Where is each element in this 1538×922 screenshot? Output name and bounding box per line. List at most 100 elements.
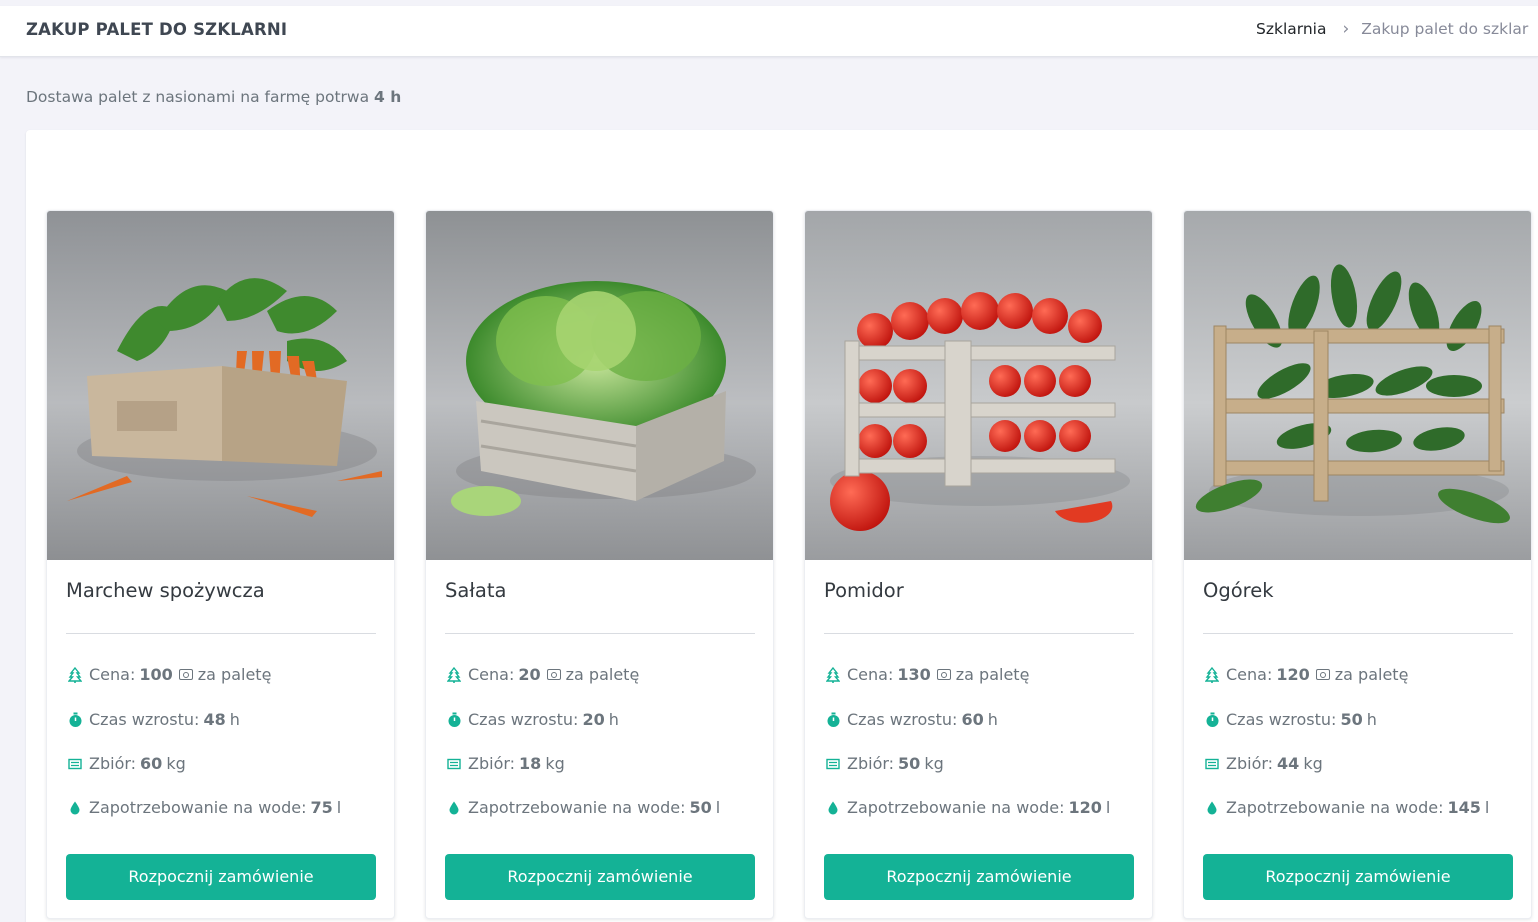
yield-label: Zbiór: <box>847 754 895 773</box>
price-row: Cena: 130 za paletę <box>824 665 1029 684</box>
breadcrumb-separator-icon: › <box>1342 19 1350 39</box>
water-label: Zapotrzebowanie na wode: <box>468 798 686 817</box>
breadcrumb: Szklarnia › Zakup palet do szklar <box>1256 19 1528 39</box>
yield-value: 18 <box>519 754 542 773</box>
price-value: 100 <box>139 665 173 684</box>
page-header: ZAKUP PALET DO SZKLARNI Szklarnia › Zaku… <box>0 6 1538 57</box>
crate-icon <box>66 755 84 773</box>
growth-unit: h <box>608 710 619 729</box>
growth-row: Czas wzrostu: 20 h <box>445 710 619 729</box>
banknote-icon <box>1315 669 1330 680</box>
yield-row: Zbiór: 60 kg <box>66 754 186 773</box>
growth-unit: h <box>987 710 998 729</box>
growth-label: Czas wzrostu: <box>89 710 200 729</box>
yield-unit: kg <box>545 754 565 773</box>
tree-icon <box>445 666 463 684</box>
price-value: 130 <box>897 665 931 684</box>
divider <box>1203 633 1513 634</box>
yield-label: Zbiór: <box>89 754 137 773</box>
lettuce-crate-image <box>426 211 773 560</box>
growth-value: 60 <box>961 710 984 729</box>
breadcrumb-link-szklarnia[interactable]: Szklarnia <box>1256 20 1326 38</box>
water-unit: l <box>336 798 342 817</box>
water-row: Zapotrzebowanie na wode: 145 l <box>1203 798 1489 817</box>
price-suffix: za paletę <box>197 665 272 684</box>
start-order-button[interactable]: Rozpocznij zamówienie <box>824 854 1134 900</box>
yield-row: Zbiór: 44 kg <box>1203 754 1323 773</box>
water-value: 120 <box>1068 798 1102 817</box>
tomato-crate-image <box>805 211 1152 560</box>
yield-value: 60 <box>140 754 163 773</box>
price-row: Cena: 100 za paletę <box>66 665 271 684</box>
stopwatch-icon <box>824 711 842 729</box>
price-suffix: za paletę <box>955 665 1030 684</box>
banknote-icon <box>936 669 951 680</box>
price-suffix: za paletę <box>565 665 640 684</box>
product-name: Marchew spożywcza <box>66 579 265 602</box>
tree-icon <box>1203 666 1221 684</box>
price-label: Cena: <box>847 665 894 684</box>
carrot-crate-image <box>47 211 394 560</box>
yield-value: 44 <box>1277 754 1300 773</box>
growth-value: 20 <box>582 710 605 729</box>
yield-label: Zbiór: <box>1226 754 1274 773</box>
price-value: 20 <box>518 665 541 684</box>
product-name: Pomidor <box>824 579 904 602</box>
growth-label: Czas wzrostu: <box>468 710 579 729</box>
water-drop-icon <box>1203 799 1221 817</box>
water-label: Zapotrzebowanie na wode: <box>89 798 307 817</box>
growth-row: Czas wzrostu: 60 h <box>824 710 998 729</box>
crate-icon <box>445 755 463 773</box>
water-drop-icon <box>445 799 463 817</box>
price-suffix: za paletę <box>1334 665 1409 684</box>
growth-unit: h <box>1366 710 1377 729</box>
product-name: Ogórek <box>1203 579 1274 602</box>
product-card: Marchew spożywcza Cena: 100 za paletę Cz… <box>46 210 395 919</box>
price-label: Cena: <box>468 665 515 684</box>
water-label: Zapotrzebowanie na wode: <box>1226 798 1444 817</box>
water-row: Zapotrzebowanie na wode: 75 l <box>66 798 341 817</box>
water-drop-icon <box>66 799 84 817</box>
divider <box>824 633 1134 634</box>
yield-row: Zbiór: 18 kg <box>445 754 565 773</box>
growth-value: 48 <box>203 710 226 729</box>
water-label: Zapotrzebowanie na wode: <box>847 798 1065 817</box>
growth-row: Czas wzrostu: 50 h <box>1203 710 1377 729</box>
crate-icon <box>824 755 842 773</box>
price-value: 120 <box>1276 665 1310 684</box>
water-unit: l <box>715 798 721 817</box>
water-unit: l <box>1484 798 1490 817</box>
banknote-icon <box>178 669 193 680</box>
yield-value: 50 <box>898 754 921 773</box>
yield-unit: kg <box>924 754 944 773</box>
growth-label: Czas wzrostu: <box>1226 710 1337 729</box>
page-title: ZAKUP PALET DO SZKLARNI <box>26 20 288 39</box>
divider <box>445 633 755 634</box>
water-value: 75 <box>310 798 333 817</box>
delivery-info: Dostawa palet z nasionami na farmę potrw… <box>26 88 401 106</box>
product-card: Pomidor Cena: 130 za paletę Czas wzrostu… <box>804 210 1153 919</box>
product-card: Sałata Cena: 20 za paletę Czas wzrostu: … <box>425 210 774 919</box>
water-value: 50 <box>689 798 712 817</box>
water-value: 145 <box>1447 798 1481 817</box>
breadcrumb-current: Zakup palet do szklar <box>1361 20 1529 38</box>
yield-label: Zbiór: <box>468 754 516 773</box>
banknote-icon <box>546 669 561 680</box>
start-order-button[interactable]: Rozpocznij zamówienie <box>1203 854 1513 900</box>
product-card: Ogórek Cena: 120 za paletę Czas wzrostu:… <box>1183 210 1532 919</box>
stopwatch-icon <box>66 711 84 729</box>
divider <box>66 633 376 634</box>
growth-unit: h <box>229 710 240 729</box>
delivery-info-text: Dostawa palet z nasionami na farmę potrw… <box>26 88 370 106</box>
crate-icon <box>1203 755 1221 773</box>
delivery-time-value: 4 h <box>374 88 402 106</box>
water-drop-icon <box>824 799 842 817</box>
product-name: Sałata <box>445 579 507 602</box>
growth-label: Czas wzrostu: <box>847 710 958 729</box>
start-order-button[interactable]: Rozpocznij zamówienie <box>66 854 376 900</box>
water-row: Zapotrzebowanie na wode: 120 l <box>824 798 1110 817</box>
yield-unit: kg <box>1303 754 1323 773</box>
yield-unit: kg <box>166 754 186 773</box>
start-order-button[interactable]: Rozpocznij zamówienie <box>445 854 755 900</box>
stopwatch-icon <box>1203 711 1221 729</box>
